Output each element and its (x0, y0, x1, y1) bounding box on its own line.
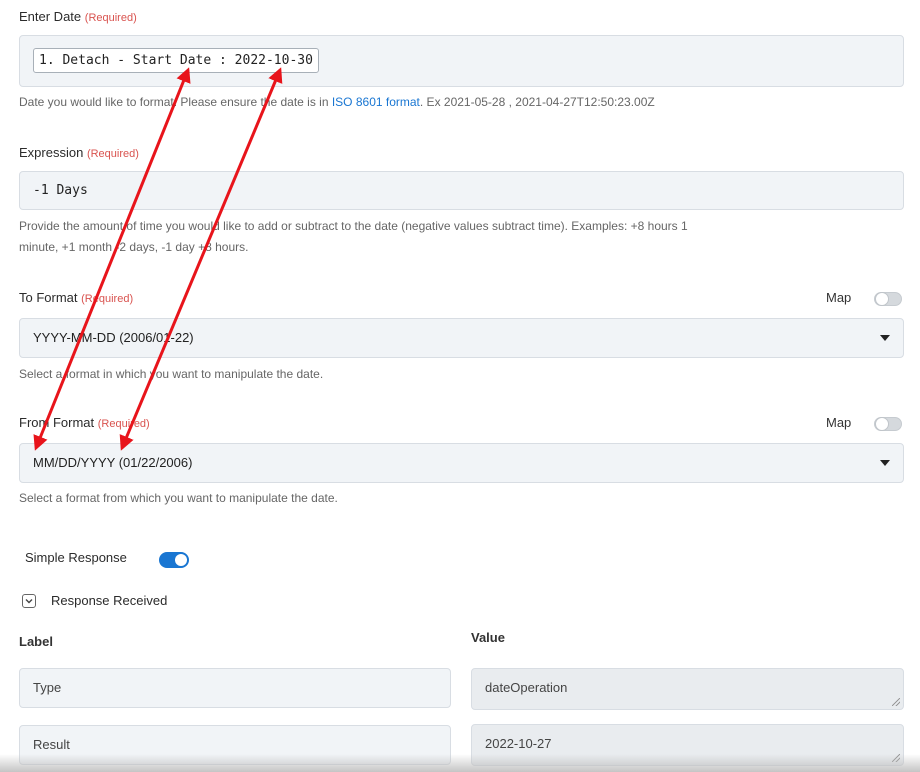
annotation-arrows (33, 67, 283, 451)
arrow-format-to-format (119, 67, 283, 451)
arrow-date-to-from-format (33, 67, 191, 451)
